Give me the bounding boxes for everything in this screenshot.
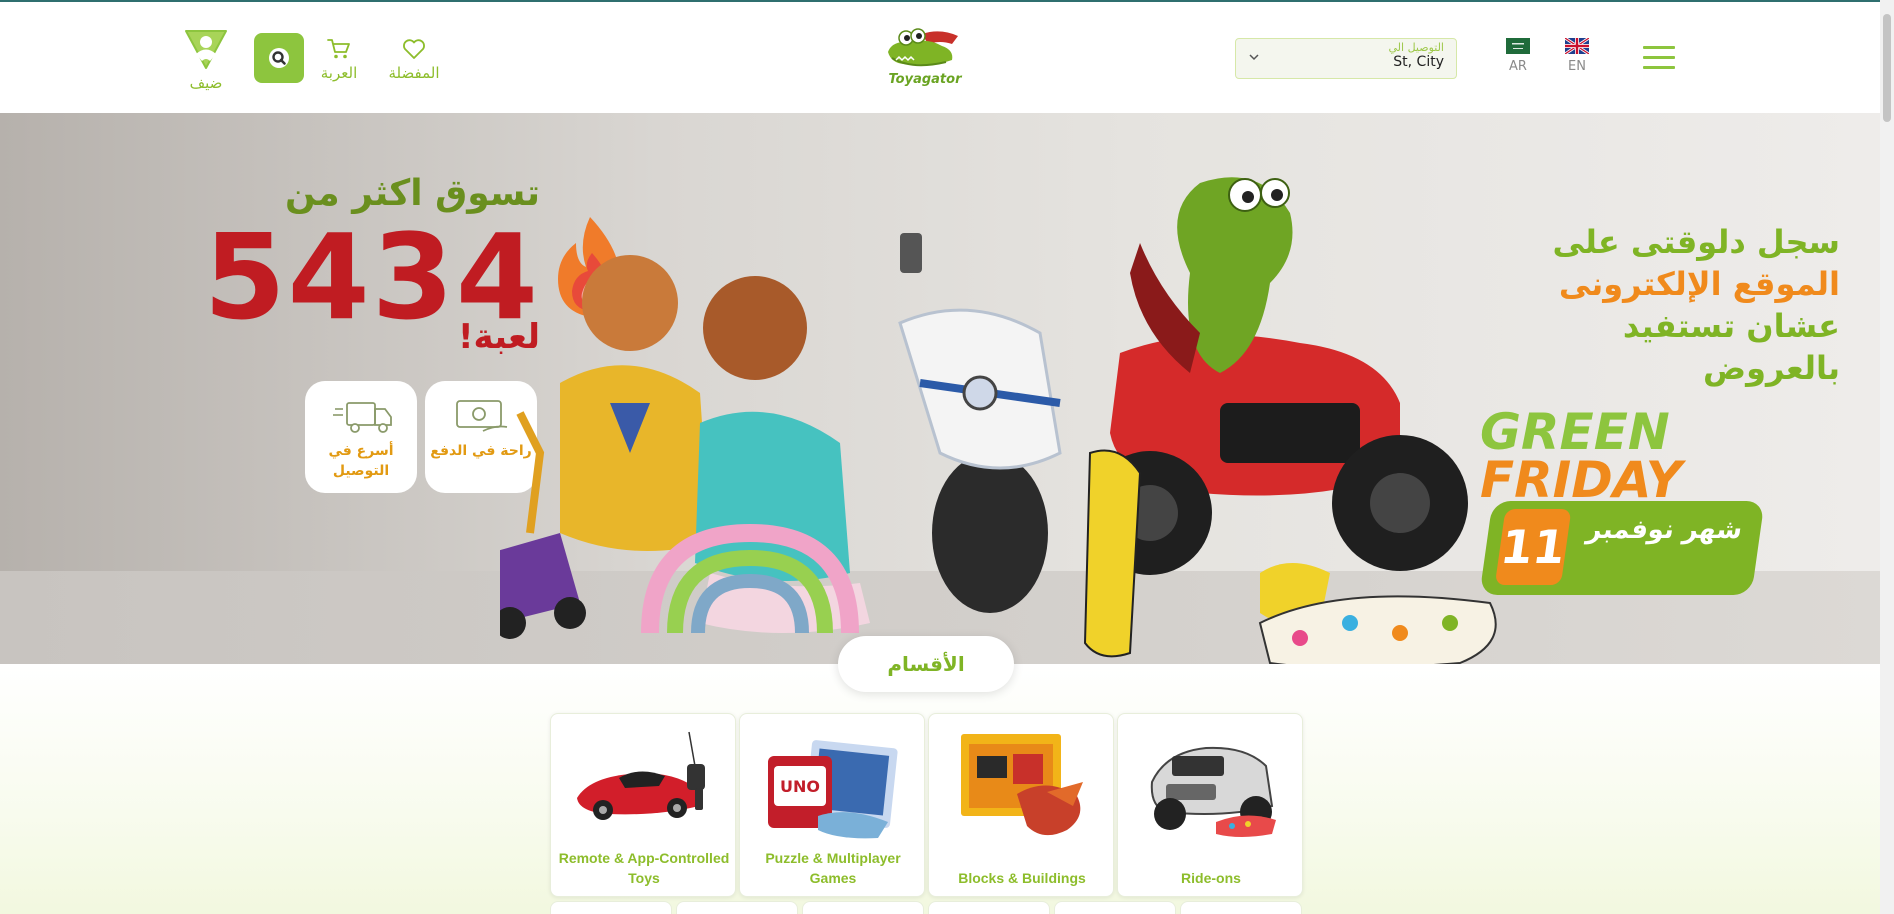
- category-label: Remote & App-Controlled Toys: [558, 850, 730, 886]
- feature-delivery-label: أسرع في التوصيل: [328, 443, 394, 479]
- puzzle-games-image: UNO: [768, 740, 898, 839]
- guest-account[interactable]: ضيف: [180, 28, 232, 92]
- cart-label: العربة: [320, 64, 358, 82]
- green-friday-title: GREEN FRIDAY: [1480, 403, 1780, 509]
- heart-icon: [403, 39, 425, 59]
- category-tile-blocks[interactable]: Blocks & Buildings: [928, 713, 1114, 897]
- guest-label: ضيف: [189, 74, 223, 92]
- search-icon: [269, 48, 289, 68]
- page-scrollbar[interactable]: [1880, 0, 1894, 914]
- cart-icon: [327, 39, 350, 59]
- site-logo[interactable]: Toyagator: [882, 28, 968, 92]
- search-button[interactable]: [254, 33, 304, 83]
- saudi-flag-icon: [1506, 38, 1530, 54]
- alligator-mascot-icon: [888, 28, 958, 67]
- promo-line-2: الموقع الإلكترونى: [1558, 265, 1840, 303]
- svg-text:UNO: UNO: [780, 777, 820, 796]
- delivery-location-select[interactable]: التوصيل الي St, City: [1235, 38, 1457, 79]
- menu-icon: [1643, 46, 1675, 49]
- user-icon: [185, 30, 227, 69]
- uk-flag-icon: [1565, 38, 1589, 54]
- scrollbar-thumb[interactable]: [1883, 14, 1891, 122]
- menu-icon-line: [1643, 66, 1675, 69]
- banner-scene-illustration: [500, 177, 1497, 664]
- november-badge: 11 شهر نوفمبر: [1479, 501, 1765, 595]
- category-tile-remote-toys[interactable]: Remote & App-Controlled Toys: [550, 713, 736, 897]
- chevron-down-icon: [1249, 54, 1259, 61]
- feature-card-delivery: أسرع في التوصيل: [305, 381, 417, 493]
- language-ar-label: AR: [1509, 59, 1527, 74]
- promo-line-1: سجل دلوقتى على: [1552, 223, 1840, 261]
- language-en-button[interactable]: EN: [1560, 38, 1594, 74]
- truck-icon: [333, 402, 392, 433]
- promo-line-3: عشان تستفيد: [1622, 307, 1840, 345]
- category-label: Puzzle & Multiplayer Games: [765, 850, 901, 886]
- green-word: GREEN: [1480, 403, 1670, 461]
- language-ar-button[interactable]: AR: [1501, 38, 1535, 74]
- category-tile-puzzle-games[interactable]: UNO Puzzle & Multiplayer Games: [739, 713, 925, 897]
- promo-line-4: بالعروض: [1703, 349, 1840, 387]
- favorites-link[interactable]: المفضلة: [382, 38, 446, 82]
- hero-banner[interactable]: تسوق اكثر من 5434 لعبة! راحة في الدفع أس…: [0, 113, 1880, 664]
- category-tile-partial[interactable]: [802, 901, 924, 914]
- category-tile-partial[interactable]: [676, 901, 798, 914]
- menu-icon-line: [1643, 56, 1675, 59]
- category-label: Blocks & Buildings: [958, 870, 1086, 886]
- category-tile-ride-ons[interactable]: Ride-ons: [1117, 713, 1303, 897]
- favorites-label: المفضلة: [388, 64, 440, 82]
- cart-link[interactable]: العربة: [315, 38, 363, 82]
- menu-button[interactable]: [1643, 46, 1675, 70]
- page: ضيف العربة المفضلة Toyagator التوصيل الي…: [0, 0, 1894, 914]
- month-number: 11: [1494, 509, 1572, 585]
- month-text: شهر نوفمبر: [1584, 515, 1745, 545]
- category-tile-partial[interactable]: [550, 901, 672, 914]
- promo-text: سجل دلوقتى على الموقع الإلكترونى عشان تس…: [1440, 221, 1840, 389]
- remote-car-image: [577, 731, 705, 820]
- category-tile-partial[interactable]: [1180, 901, 1302, 914]
- category-tile-partial[interactable]: [1054, 901, 1176, 914]
- categories-title: الأقسام: [838, 636, 1014, 692]
- logo-text: Toyagator: [888, 72, 962, 87]
- delivery-label: التوصيل الي: [1388, 41, 1444, 54]
- category-label: Ride-ons: [1181, 870, 1241, 886]
- ride-on-car-image: [1150, 746, 1276, 837]
- language-en-label: EN: [1568, 59, 1586, 74]
- delivery-value: St, City: [1393, 54, 1444, 70]
- categories-section: Remote & App-Controlled Toys UNO Puzzle …: [0, 664, 1880, 914]
- category-tile-partial[interactable]: [928, 901, 1050, 914]
- header: ضيف العربة المفضلة Toyagator التوصيل الي…: [0, 2, 1880, 112]
- blocks-image: [961, 734, 1083, 836]
- friday-word: FRIDAY: [1480, 451, 1682, 509]
